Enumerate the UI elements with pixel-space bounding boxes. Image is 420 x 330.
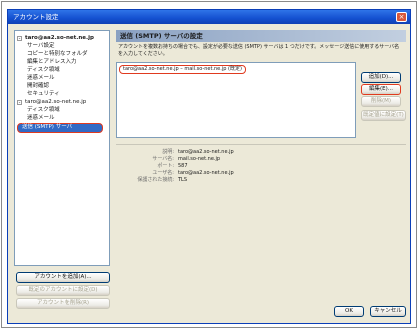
tree-item-junk[interactable]: 迷惑メール — [27, 74, 55, 82]
add-account-button[interactable]: アカウントを追加(A)... — [16, 272, 110, 283]
detail-label: 説明: — [162, 149, 174, 155]
tree-item-composition[interactable]: 編集とアドレス入力 — [27, 58, 77, 66]
tree-item-label: taro@aa2.so-net.ne.jp — [25, 35, 94, 41]
detail-value: TLS — [178, 177, 188, 183]
tree-item-disk-space[interactable]: ディスク領域 — [27, 66, 60, 74]
smtp-server-item[interactable]: taro@aa2.so-net.ne.jp – mail.so-net.ne.j… — [119, 65, 246, 74]
account-tree[interactable]: - taro@aa2.so-net.ne.jp サーバ設定 コピーと特別なフォル… — [14, 30, 110, 266]
detail-value: 587 — [178, 163, 188, 169]
panel-header: 送信 (SMTP) サーバの設定 — [116, 30, 406, 42]
detail-value: taro@aa2.so-net.ne.jp — [178, 170, 234, 176]
server-details: 説明: taro@aa2.so-net.ne.jp サーバ名: mail.so-… — [116, 144, 406, 188]
cancel-button[interactable]: キャンセル — [370, 306, 406, 317]
smtp-settings-panel: 送信 (SMTP) サーバの設定 アカウントを複数お持ちの場合でも、設定が必要な… — [116, 30, 406, 294]
delete-server-button[interactable]: 削除(M) — [361, 96, 401, 107]
account-settings-dialog: アカウント設定 × - taro@aa2.so-net.ne.jp サーバ設定 … — [7, 9, 411, 324]
set-default-server-button[interactable]: 既定値に設定(T) — [361, 110, 406, 121]
dialog-title: アカウント設定 — [13, 13, 59, 21]
tree-item-receipts[interactable]: 開封確認 — [27, 82, 49, 90]
tree-item-server-settings[interactable]: サーバ設定 — [27, 42, 54, 50]
tree-item-copies-folders[interactable]: コピーと特別なフォルダ — [27, 50, 88, 58]
detail-label: ユーザ名: — [152, 170, 174, 176]
detail-value: taro@aa2.so-net.ne.jp — [178, 149, 234, 155]
add-server-button[interactable]: 追加(D)... — [361, 72, 401, 83]
collapse-icon[interactable]: - — [17, 36, 22, 42]
collapse-icon[interactable]: - — [17, 100, 22, 106]
tree-item-label: taro@aa2.so-net.ne.jp — [25, 99, 87, 105]
dialog-titlebar: アカウント設定 × — [8, 10, 410, 24]
edit-server-button[interactable]: 編集(E)... — [361, 84, 401, 95]
panel-description: アカウントを複数お持ちの場合でも、設定が必要な送信 (SMTP) サーバは 1 … — [118, 44, 400, 57]
detail-label: 保護された接続: — [137, 177, 174, 183]
detail-value: mail.so-net.ne.jp — [178, 156, 221, 162]
tree-item-smtp-server[interactable]: 送信 (SMTP) サーバ — [17, 123, 103, 133]
detail-label: ポート: — [157, 163, 174, 169]
remove-account-button[interactable]: アカウントを削除(R) — [16, 298, 110, 309]
tree-item-security[interactable]: セキュリティ — [27, 90, 60, 98]
tree-item-disk-space-2[interactable]: ディスク領域 — [27, 106, 60, 114]
tree-item-junk-2[interactable]: 迷惑メール — [27, 114, 55, 122]
detail-label: サーバ名: — [152, 156, 174, 162]
smtp-server-list[interactable]: taro@aa2.so-net.ne.jp – mail.so-net.ne.j… — [116, 62, 356, 138]
ok-button[interactable]: OK — [334, 306, 364, 317]
screenshot-frame: アカウント設定 × - taro@aa2.so-net.ne.jp サーバ設定 … — [1, 1, 417, 328]
close-icon[interactable]: × — [396, 12, 407, 22]
set-default-account-button[interactable]: 既定のアカウントに設定(D) — [16, 285, 110, 296]
